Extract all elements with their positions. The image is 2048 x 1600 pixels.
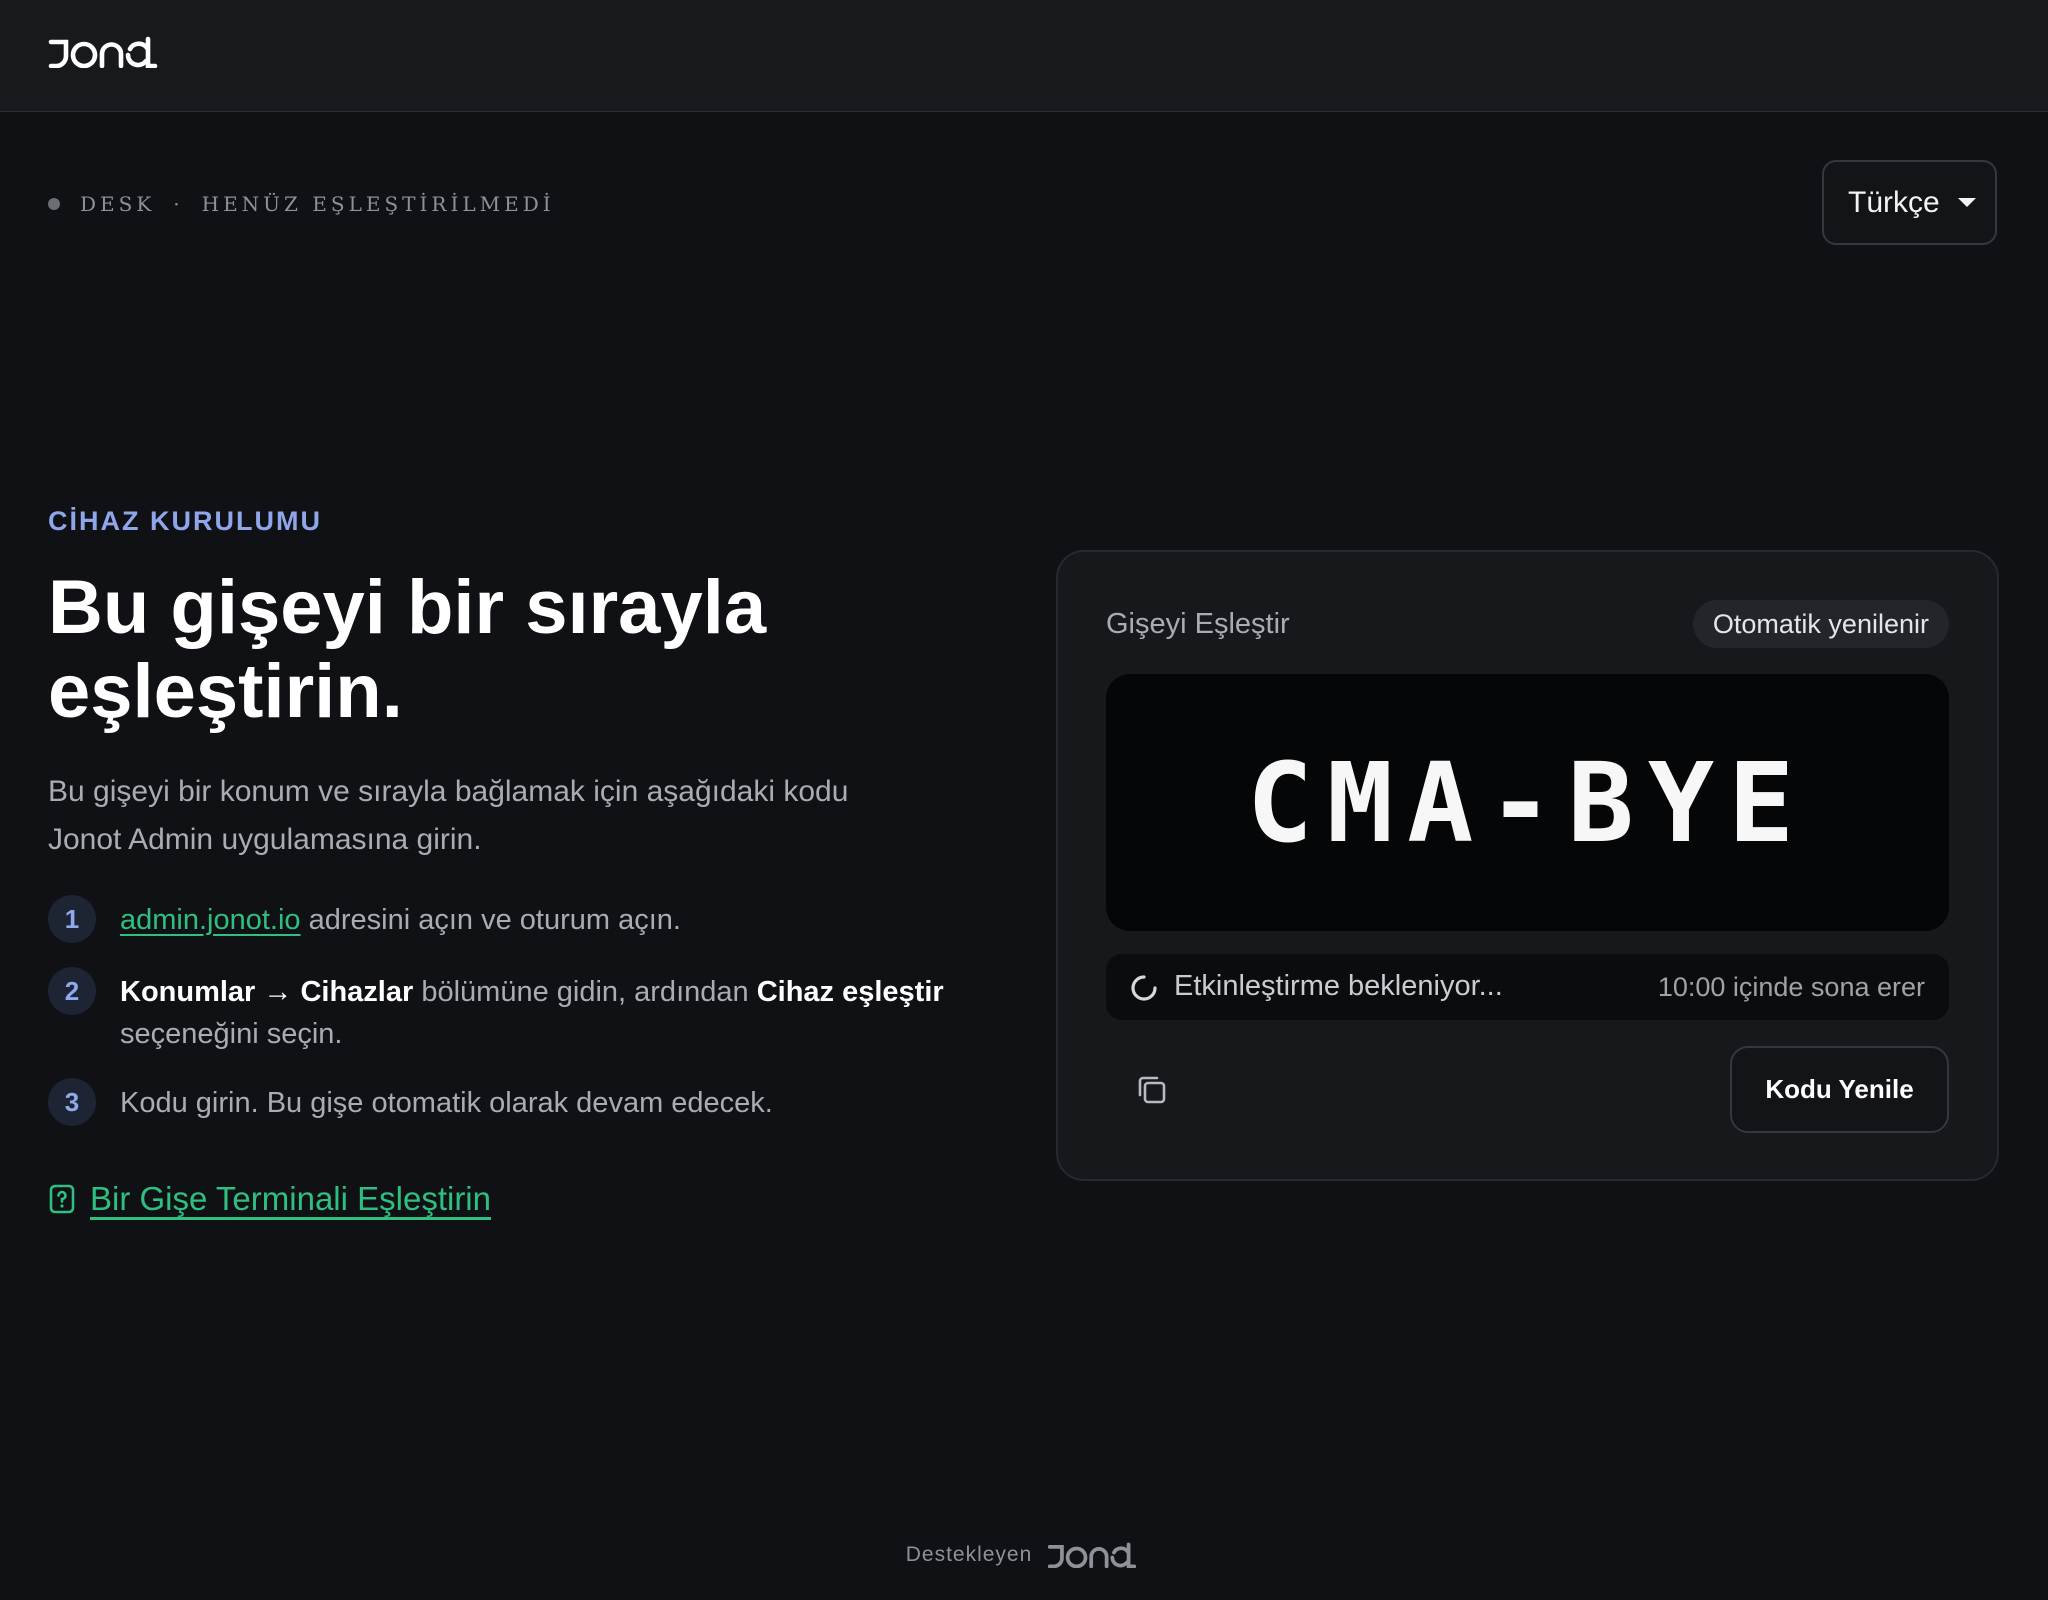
admin-link[interactable]: admin.jonot.io [120, 904, 301, 936]
waiting-text: Etkinleştirme bekleniyor... [1174, 970, 1503, 1002]
copy-icon[interactable] [1134, 1072, 1170, 1108]
language-select[interactable]: Türkçe [1822, 160, 1997, 245]
device-status: DESK · HENÜZ EŞLEŞTİRİLMEDİ [48, 192, 555, 216]
pairing-code-box: CMA-BYE [1106, 674, 1949, 931]
step-strong-action: Cihaz eşleştir [756, 976, 944, 1008]
jonot-logo [48, 36, 158, 68]
card-title: Gişeyi Eşleştir [1106, 608, 1290, 640]
step-text-rest: adresini açın ve oturum açın. [300, 904, 681, 936]
section-eyebrow: CİHAZ KURULUMU [48, 506, 322, 536]
help-doc-icon [49, 1184, 75, 1214]
top-bar [0, 0, 2048, 112]
pair-card: Gişeyi Eşleştir Otomatik yenilenir CMA-B… [1056, 550, 1999, 1181]
help-link-label: Bir Gişe Terminali Eşleştirin [90, 1180, 491, 1217]
spinner-icon [1131, 975, 1157, 1001]
page-title: Bu gişeyi bir sırayla eşleştirin. [48, 565, 767, 734]
step-number: 3 [48, 1078, 96, 1126]
step-number: 2 [48, 967, 96, 1015]
status-dot [48, 198, 60, 210]
powered-by-text: Destekleyen [905, 1543, 1033, 1566]
step-text-mid: bölümüne gidin, ardından [413, 976, 757, 1008]
footer: Destekleyen [0, 1542, 2048, 1568]
step-text: admin.jonot.io adresini açın ve oturum a… [120, 899, 1000, 941]
footer-logo [1048, 1542, 1137, 1568]
step-text-rest: seçeneğini seçin. [120, 1018, 343, 1050]
pairing-code: CMA-BYE [1246, 738, 1809, 867]
device-type: DESK [80, 192, 156, 216]
status-separator: · [173, 192, 184, 216]
refresh-code-button[interactable]: Kodu Yenile [1730, 1046, 1949, 1133]
auto-refresh-badge: Otomatik yenilenir [1692, 600, 1949, 648]
step-text: Konumlar → Cihazlar bölümüne gidin, ardı… [120, 971, 1000, 1055]
expiry-text: 10:00 içinde sona erer [1657, 972, 1925, 1002]
intro-description: Bu gişeyi bir konum ve sırayla bağlamak … [48, 775, 849, 856]
activation-status-bar: Etkinleştirme bekleniyor... 10:00 içinde… [1106, 954, 1949, 1020]
step-number: 1 [48, 895, 96, 943]
language-selected: Türkçe [1848, 185, 1940, 219]
pairing-state: HENÜZ EŞLEŞTİRİLMEDİ [201, 192, 555, 216]
step-text: Kodu girin. Bu gişe otomatik olarak deva… [120, 1087, 773, 1119]
step-strong-path: Konumlar → Cihazlar [120, 976, 414, 1008]
caret-down-icon [1957, 198, 1976, 207]
help-link[interactable]: Bir Gişe Terminali Eşleştirin [48, 1180, 491, 1218]
